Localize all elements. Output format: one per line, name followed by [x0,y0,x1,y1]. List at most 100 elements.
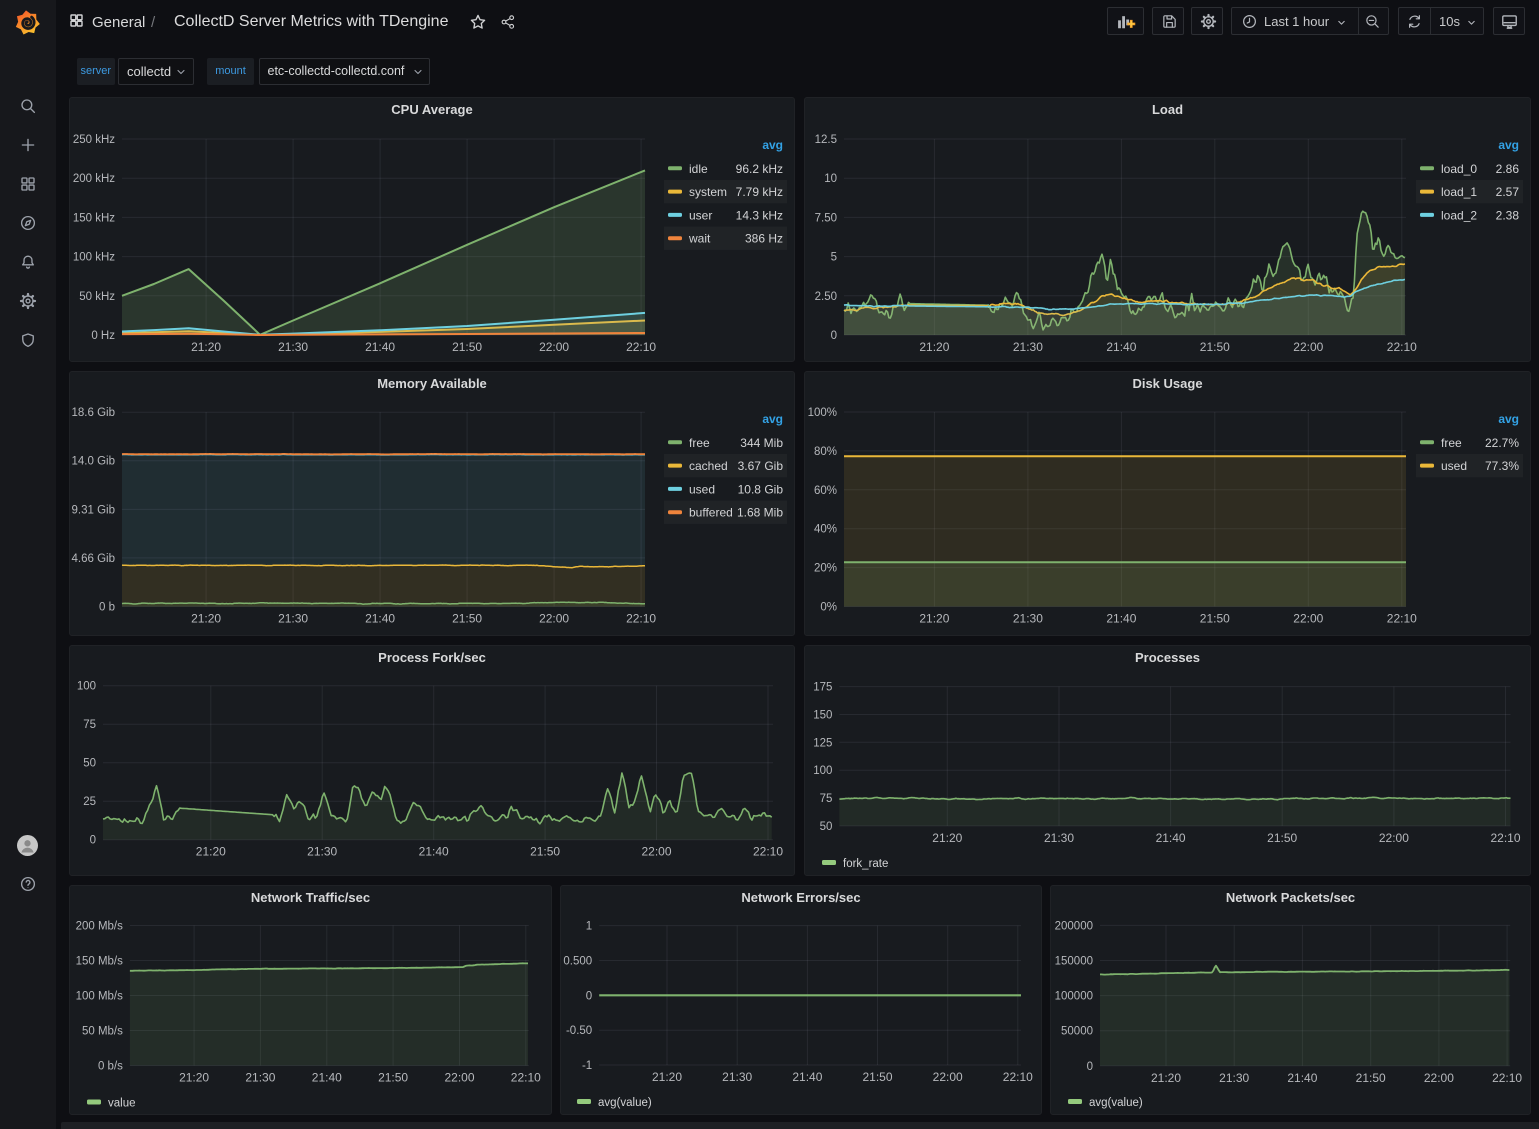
svg-text:21:40: 21:40 [1156,831,1186,845]
svg-text:21:50: 21:50 [1267,831,1297,845]
svg-text:22:00: 22:00 [641,845,671,859]
svg-text:22:10: 22:10 [753,845,783,859]
svg-text:21:40: 21:40 [792,1070,822,1084]
svg-text:150 Mb/s: 150 Mb/s [76,956,124,968]
svg-text:load_2: load_2 [1441,208,1477,222]
svg-text:5: 5 [831,252,837,264]
svg-text:0: 0 [1087,1061,1093,1073]
svg-text:14.0 Gib: 14.0 Gib [72,456,115,468]
svg-text:21:30: 21:30 [278,340,308,354]
svg-text:avg(value): avg(value) [598,1097,652,1109]
svg-text:100 kHz: 100 kHz [73,252,115,264]
svg-text:21:50: 21:50 [452,340,482,354]
svg-text:75: 75 [820,793,833,805]
svg-text:18.6 Gib: 18.6 Gib [72,407,115,419]
svg-text:22:10: 22:10 [1003,1070,1033,1084]
svg-text:21:50: 21:50 [1200,612,1230,626]
svg-text:21:20: 21:20 [1151,1071,1181,1085]
svg-text:22:00: 22:00 [933,1070,963,1084]
svg-text:wait: wait [688,232,711,246]
svg-text:10.8 Gib: 10.8 Gib [738,482,784,496]
svg-text:60%: 60% [814,485,837,497]
svg-text:10: 10 [824,173,837,185]
svg-text:21:40: 21:40 [1106,612,1136,626]
svg-text:22:00: 22:00 [539,340,569,354]
svg-text:3.67 Gib: 3.67 Gib [738,459,784,473]
svg-text:21:40: 21:40 [1106,340,1136,354]
svg-text:21:50: 21:50 [1200,340,1230,354]
svg-text:50 kHz: 50 kHz [79,291,115,303]
svg-text:21:20: 21:20 [196,845,226,859]
svg-text:21:30: 21:30 [307,845,337,859]
svg-text:100%: 100% [808,407,837,419]
svg-text:100: 100 [77,681,96,693]
svg-text:50: 50 [83,758,96,770]
svg-text:avg: avg [1498,412,1519,426]
svg-text:load_0: load_0 [1441,162,1477,176]
svg-text:0: 0 [90,835,96,847]
svg-text:9.31 Gib: 9.31 Gib [72,504,115,516]
svg-text:0: 0 [831,330,837,342]
svg-text:avg: avg [1498,138,1519,152]
svg-text:22:00: 22:00 [1293,340,1323,354]
svg-text:21:20: 21:20 [179,1071,209,1085]
svg-text:cached: cached [689,459,728,473]
svg-text:21:30: 21:30 [278,612,308,626]
svg-text:50 Mb/s: 50 Mb/s [82,1026,123,1038]
svg-text:200 Mb/s: 200 Mb/s [76,921,124,933]
svg-text:150 kHz: 150 kHz [73,212,115,224]
svg-text:386 Hz: 386 Hz [745,232,783,246]
svg-text:21:50: 21:50 [378,1071,408,1085]
svg-text:21:30: 21:30 [1013,612,1043,626]
svg-text:2.50: 2.50 [815,291,837,303]
svg-text:20%: 20% [814,563,837,575]
svg-text:7.50: 7.50 [815,212,837,224]
svg-text:22:10: 22:10 [1490,831,1520,845]
svg-text:344 Mib: 344 Mib [740,436,783,450]
svg-text:50: 50 [820,821,833,833]
svg-text:free: free [1441,436,1462,450]
svg-text:avg: avg [762,138,783,152]
svg-text:200000: 200000 [1055,920,1093,932]
svg-text:21:20: 21:20 [919,340,949,354]
svg-text:avg: avg [762,412,783,426]
svg-text:80%: 80% [814,446,837,458]
svg-text:0 Hz: 0 Hz [91,330,115,342]
svg-text:4.66 Gib: 4.66 Gib [72,553,115,565]
svg-text:22:00: 22:00 [539,612,569,626]
svg-text:0%: 0% [820,602,837,614]
svg-text:system: system [689,185,727,199]
svg-text:free: free [689,436,710,450]
svg-text:1.68 Mib: 1.68 Mib [737,506,783,520]
svg-text:125: 125 [813,737,832,749]
svg-text:22:10: 22:10 [1387,612,1417,626]
svg-text:22:10: 22:10 [626,340,656,354]
svg-text:2.86: 2.86 [1496,162,1520,176]
svg-text:21:50: 21:50 [530,845,560,859]
svg-text:22:10: 22:10 [511,1071,541,1085]
svg-text:21:40: 21:40 [365,612,395,626]
svg-text:22:10: 22:10 [1387,340,1417,354]
svg-text:100 Mb/s: 100 Mb/s [76,991,124,1003]
svg-text:22:00: 22:00 [1424,1071,1454,1085]
svg-text:fork_rate: fork_rate [843,858,888,870]
svg-text:2.38: 2.38 [1496,208,1520,222]
svg-text:avg(value): avg(value) [1089,1097,1143,1109]
svg-text:22:10: 22:10 [1492,1071,1522,1085]
svg-text:22.7%: 22.7% [1485,436,1519,450]
svg-text:22:00: 22:00 [1379,831,1409,845]
svg-text:22:10: 22:10 [626,612,656,626]
svg-text:96.2 kHz: 96.2 kHz [736,162,783,176]
svg-text:21:20: 21:20 [919,612,949,626]
svg-text:175: 175 [813,682,832,694]
svg-text:21:40: 21:40 [419,845,449,859]
svg-text:used: used [689,482,715,496]
svg-text:77.3%: 77.3% [1485,459,1519,473]
svg-text:21:50: 21:50 [452,612,482,626]
svg-text:40%: 40% [814,524,837,536]
svg-text:21:40: 21:40 [312,1071,342,1085]
svg-text:-0.50: -0.50 [566,1025,592,1037]
svg-text:idle: idle [689,162,708,176]
svg-text:200 kHz: 200 kHz [73,173,115,185]
svg-text:50000: 50000 [1061,1026,1093,1038]
